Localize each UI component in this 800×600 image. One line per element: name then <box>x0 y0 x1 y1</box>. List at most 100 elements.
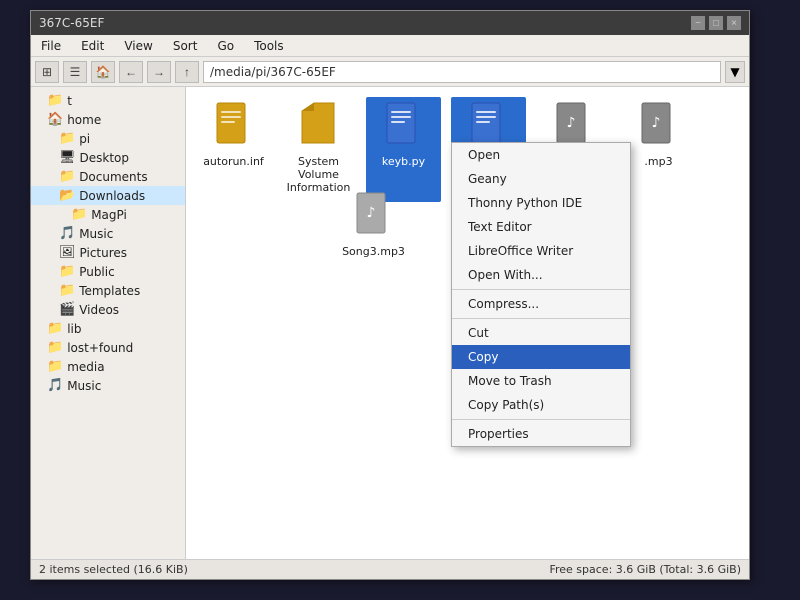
sidebar-item-lostfound[interactable]: 📁 lost+found <box>31 338 185 357</box>
menubar: File Edit View Sort Go Tools <box>31 35 749 57</box>
mp3-2-name: .mp3 <box>644 155 672 168</box>
main-area: 📁 t 🏠 home 📁 pi 🖥 Desktop 📁 Documents 📂 <box>31 87 749 559</box>
music-icon: 🎵 <box>59 226 75 241</box>
sidebar-label-templates: Templates <box>79 284 140 298</box>
toolbar: ⊞ ☰ 🏠 ← → ↑ /media/pi/367C-65EF ▼ <box>31 57 749 87</box>
file-item-autorun[interactable]: autorun.inf <box>196 97 271 202</box>
context-properties[interactable]: Properties <box>452 422 630 446</box>
up-button[interactable]: ↑ <box>175 61 199 83</box>
context-menu: Open Geany Thonny Python IDE Text Editor… <box>451 142 631 447</box>
address-dropdown[interactable]: ▼ <box>725 61 745 83</box>
sidebar-label-lib: lib <box>67 322 81 336</box>
videos-icon: 🎬 <box>59 302 75 317</box>
song3-name: Song3.mp3 <box>342 245 405 258</box>
separator-1 <box>452 289 630 290</box>
context-copy[interactable]: Copy <box>452 345 630 369</box>
sidebar: 📁 t 🏠 home 📁 pi 🖥 Desktop 📁 Documents 📂 <box>31 87 186 559</box>
public-icon: 📁 <box>59 264 75 279</box>
mp3-2-icon: ♪ <box>640 101 678 152</box>
sidebar-label-pictures: Pictures <box>80 246 128 260</box>
file-view[interactable]: autorun.inf System Volume Information <box>186 87 749 559</box>
sidebar-label-lostfound: lost+found <box>67 341 133 355</box>
svg-text:♪: ♪ <box>566 115 575 131</box>
sidebar-item-downloads[interactable]: 📂 Downloads <box>31 186 185 205</box>
music2-icon: 🎵 <box>47 378 63 393</box>
keybpy-icon <box>385 101 423 152</box>
context-trash[interactable]: Move to Trash <box>452 369 630 393</box>
home-icon: 🏠 <box>47 112 63 127</box>
context-libreoffice[interactable]: LibreOffice Writer <box>452 239 630 263</box>
context-open[interactable]: Open <box>452 143 630 167</box>
sidebar-item-public[interactable]: 📁 Public <box>31 262 185 281</box>
close-button[interactable]: × <box>727 16 741 30</box>
menu-edit[interactable]: Edit <box>75 37 110 55</box>
sidebar-item-music2[interactable]: 🎵 Music <box>31 376 185 395</box>
context-geany[interactable]: Geany <box>452 167 630 191</box>
autorun-icon <box>215 101 253 152</box>
sidebar-item-templates[interactable]: 📁 Templates <box>31 281 185 300</box>
menu-go[interactable]: Go <box>211 37 240 55</box>
sidebar-item-pictures[interactable]: 🖼 Pictures <box>31 243 185 262</box>
sidebar-label-documents: Documents <box>79 170 147 184</box>
menu-view[interactable]: View <box>118 37 158 55</box>
folder-icon-pi: 📁 <box>59 131 75 146</box>
context-compress[interactable]: Compress... <box>452 292 630 316</box>
context-cut[interactable]: Cut <box>452 321 630 345</box>
desktop-icon: 🖥 <box>59 150 76 165</box>
minimize-button[interactable]: − <box>691 16 705 30</box>
separator-3 <box>452 419 630 420</box>
sidebar-item-videos[interactable]: 🎬 Videos <box>31 300 185 319</box>
svg-text:♪: ♪ <box>366 205 375 221</box>
media-icon: 📁 <box>47 359 63 374</box>
maximize-button[interactable]: □ <box>709 16 723 30</box>
status-right: Free space: 3.6 GiB (Total: 3.6 GiB) <box>549 563 741 576</box>
sidebar-item-media[interactable]: 📁 media <box>31 357 185 376</box>
sidebar-item-desktop[interactable]: 🖥 Desktop <box>31 148 185 167</box>
file-manager-window: 367C-65EF − □ × File Edit View Sort Go T… <box>30 10 750 580</box>
sidebar-item-magpi[interactable]: 📁 MagPi <box>31 205 185 224</box>
context-openwith[interactable]: Open With... <box>452 263 630 287</box>
context-thonny[interactable]: Thonny Python IDE <box>452 191 630 215</box>
sidebar-label-desktop: Desktop <box>80 151 130 165</box>
sidebar-label-t: t <box>67 94 72 108</box>
file-item-mp3-2[interactable]: ♪ .mp3 <box>621 97 696 202</box>
menu-sort[interactable]: Sort <box>167 37 204 55</box>
sidebar-label-music: Music <box>79 227 113 241</box>
statusbar: 2 items selected (16.6 KiB) Free space: … <box>31 559 749 579</box>
sidebar-item-home[interactable]: 🏠 home <box>31 110 185 129</box>
address-bar[interactable]: /media/pi/367C-65EF <box>203 61 721 83</box>
lib-icon: 📁 <box>47 321 63 336</box>
svg-text:♪: ♪ <box>651 115 660 131</box>
window-controls: − □ × <box>691 16 741 30</box>
sidebar-label-public: Public <box>79 265 115 279</box>
sidebar-item-lib[interactable]: 📁 lib <box>31 319 185 338</box>
sidebar-item-pi[interactable]: 📁 pi <box>31 129 185 148</box>
context-texteditor[interactable]: Text Editor <box>452 215 630 239</box>
menu-tools[interactable]: Tools <box>248 37 290 55</box>
sidebar-label-videos: Videos <box>79 303 119 317</box>
keybpy-name: keyb.py <box>382 155 425 168</box>
pictures-icon: 🖼 <box>59 245 76 260</box>
status-left: 2 items selected (16.6 KiB) <box>39 563 188 576</box>
titlebar: 367C-65EF − □ × <box>31 11 749 35</box>
sidebar-item-music[interactable]: 🎵 Music <box>31 224 185 243</box>
sidebar-item-t[interactable]: 📁 t <box>31 91 185 110</box>
forward-button[interactable]: → <box>147 61 171 83</box>
window-title: 367C-65EF <box>39 16 104 30</box>
back-button[interactable]: ← <box>119 61 143 83</box>
downloads-icon: 📂 <box>59 188 75 203</box>
folder-icon: 📁 <box>47 93 63 108</box>
menu-file[interactable]: File <box>35 37 67 55</box>
list-view-button[interactable]: ☰ <box>63 61 87 83</box>
grid-view-button[interactable]: ⊞ <box>35 61 59 83</box>
address-text: /media/pi/367C-65EF <box>210 65 336 79</box>
sidebar-item-documents[interactable]: 📁 Documents <box>31 167 185 186</box>
separator-2 <box>452 318 630 319</box>
templates-icon: 📁 <box>59 283 75 298</box>
file-item-song3[interactable]: ♪ Song3.mp3 <box>336 187 411 262</box>
magpi-icon: 📁 <box>71 207 87 222</box>
context-copypath[interactable]: Copy Path(s) <box>452 393 630 417</box>
home-button[interactable]: 🏠 <box>91 61 115 83</box>
autorun-name: autorun.inf <box>203 155 264 168</box>
song3-icon: ♪ <box>355 191 393 242</box>
